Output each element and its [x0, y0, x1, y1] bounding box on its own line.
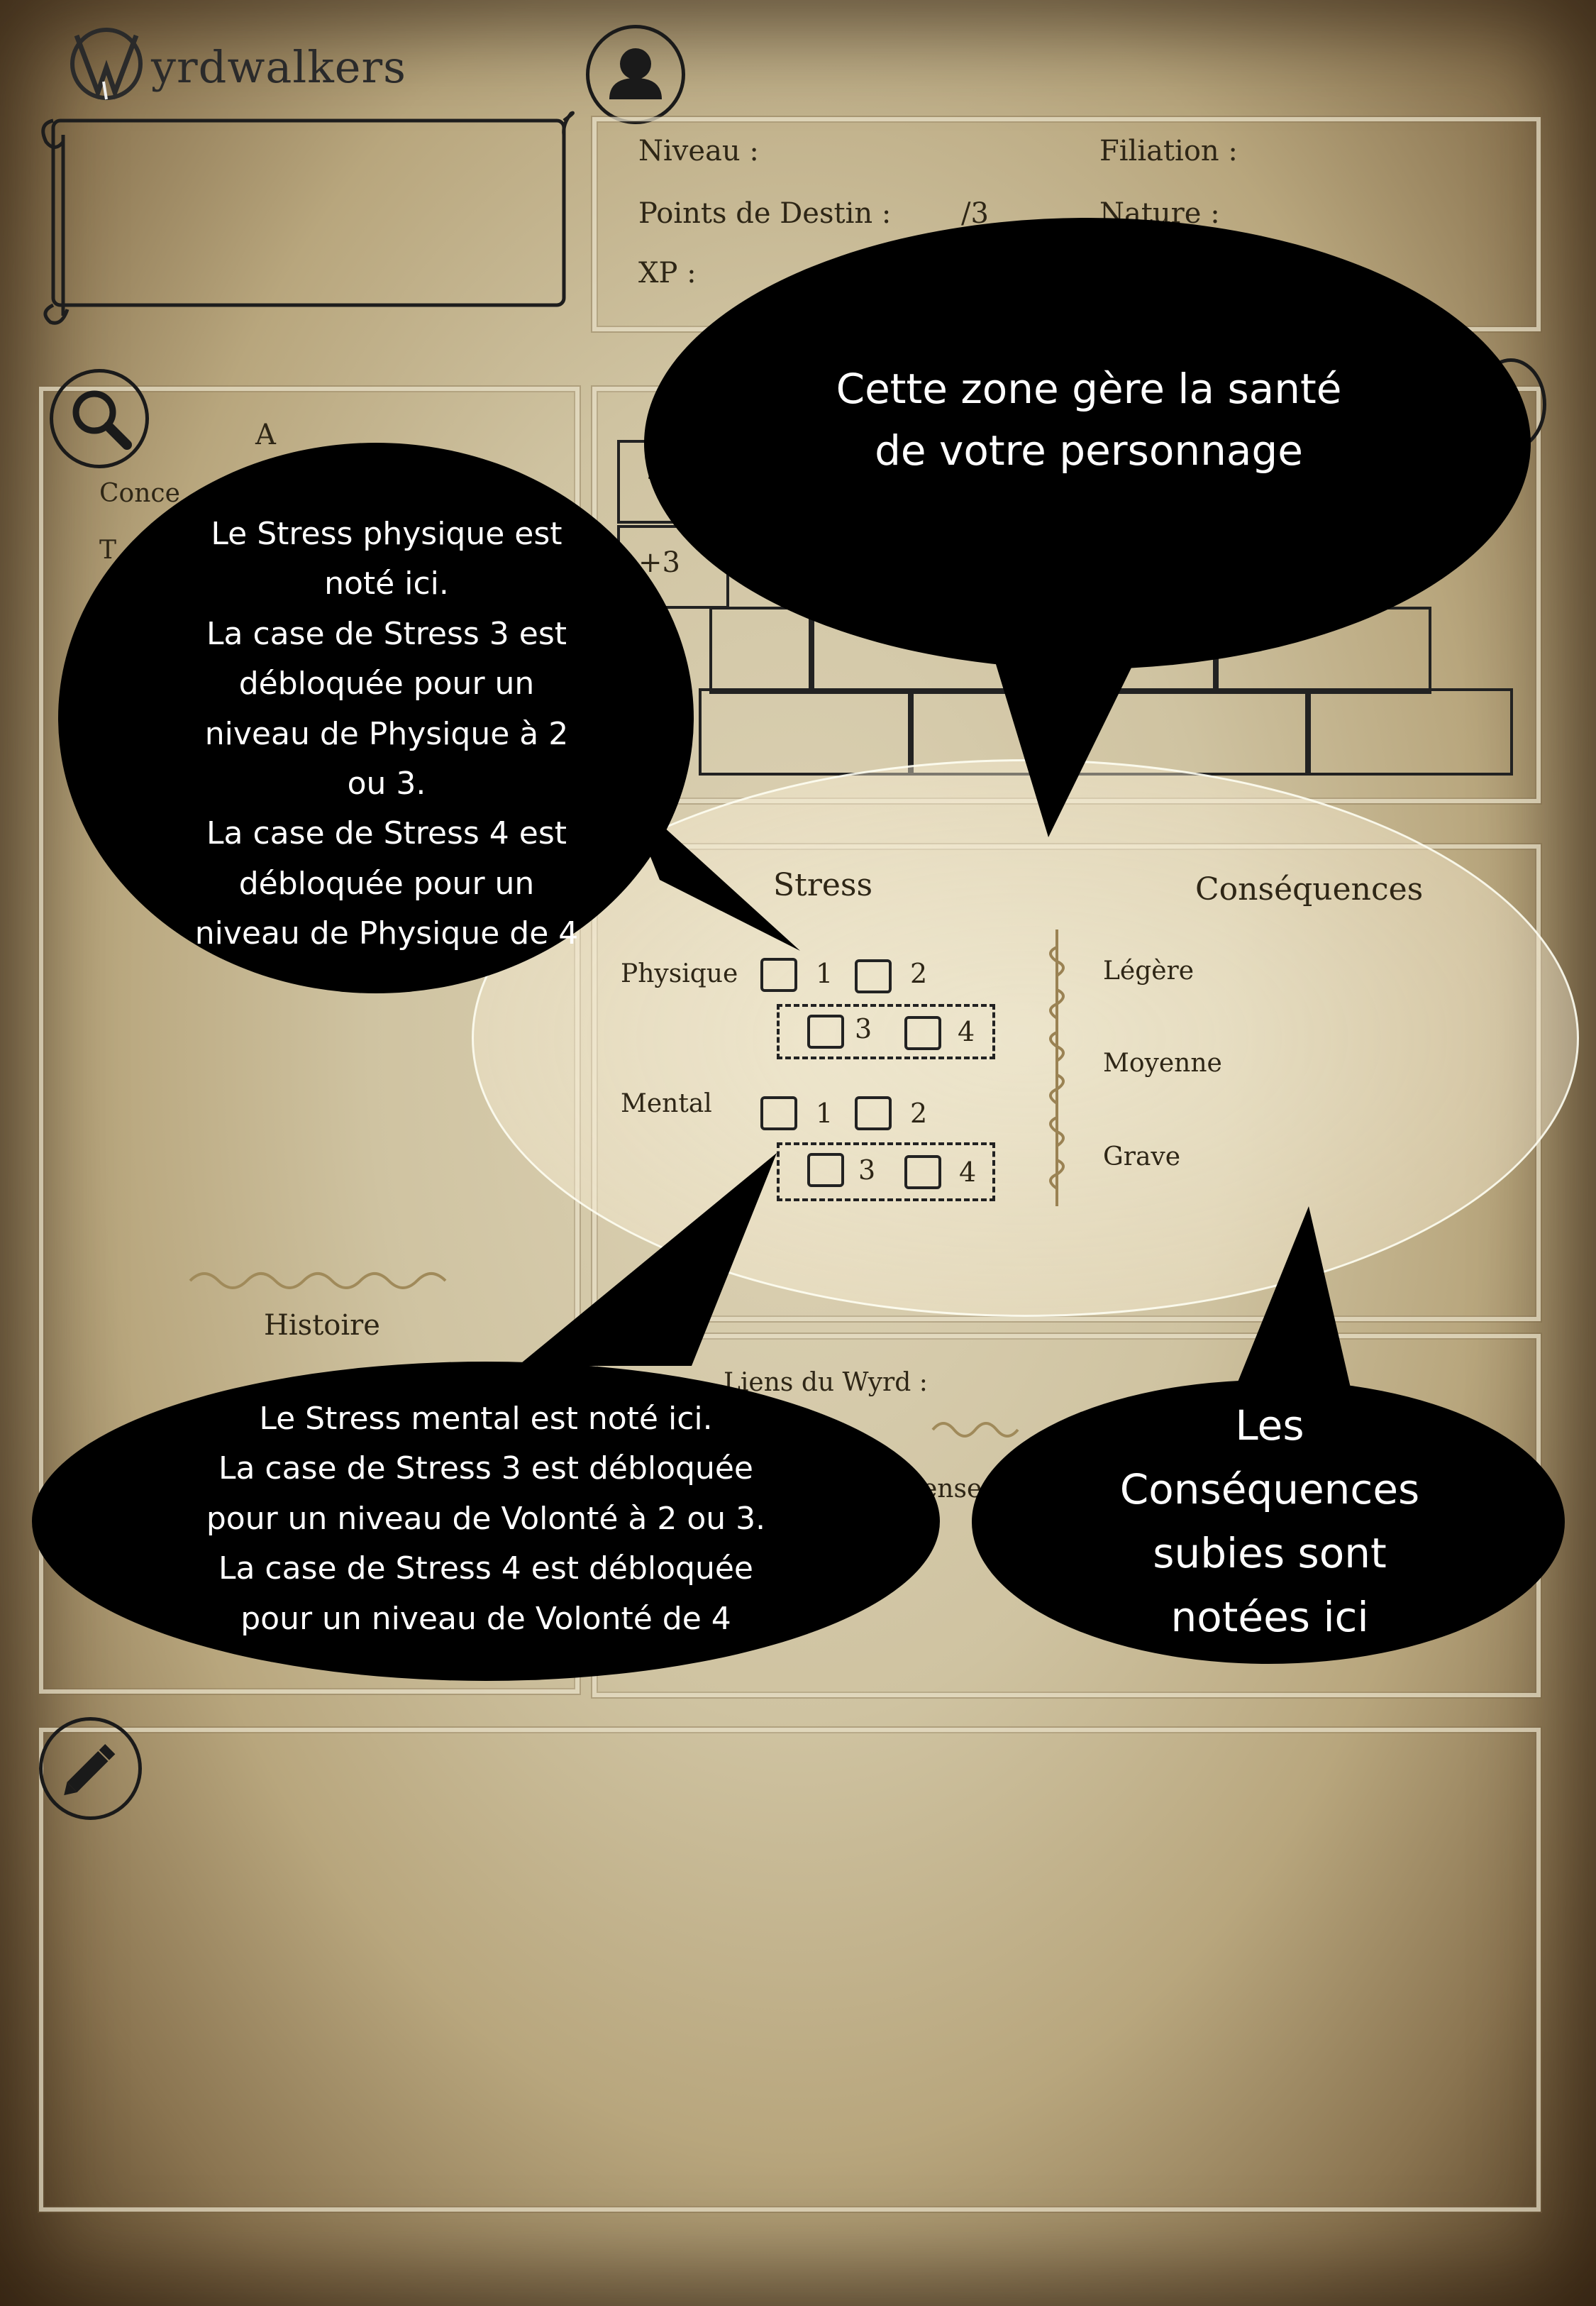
zone-bubble-text: Cette zone gère la santé de votre person… — [724, 358, 1454, 482]
speech-bubbles-layer — [32, 218, 1565, 1681]
physique-bubble-text: Le Stress physique est noté ici. La case… — [128, 509, 645, 959]
consequences-bubble-text: Les Conséquences subies sont notées ici — [1029, 1394, 1511, 1650]
physique-line-4: débloquée pour un — [238, 666, 535, 702]
mental-line-1: Le Stress mental est noté ici. — [259, 1401, 713, 1437]
physique-line-8: débloquée pour un — [238, 865, 535, 902]
physique-line-7: La case de Stress 4 est — [206, 815, 567, 852]
zone-line-2: de votre personnage — [875, 426, 1303, 475]
consequences-line-4: notées ici — [1170, 1592, 1369, 1641]
mental-bubble-text: Le Stress mental est noté ici. La case d… — [142, 1394, 830, 1644]
mental-bubble-tail — [518, 1153, 777, 1366]
mental-line-5: pour un niveau de Volonté de 4 — [240, 1600, 731, 1637]
consequences-line-3: subies sont — [1153, 1528, 1387, 1577]
physique-line-5: niveau de Physique à 2 — [204, 715, 569, 752]
zone-line-1: Cette zone gère la santé — [836, 365, 1342, 413]
consequences-line-1: Les — [1235, 1401, 1304, 1450]
physique-line-1: Le Stress physique est — [211, 516, 563, 552]
consequences-line-2: Conséquences — [1119, 1464, 1420, 1513]
character-sheet: yrdwalkers Niveau : Points de Destin : /… — [0, 0, 1596, 2306]
mental-line-3: pour un niveau de Volonté à 2 ou 3. — [206, 1500, 766, 1537]
physique-line-2: noté ici. — [324, 566, 449, 602]
physique-line-9: niveau de Physique de 4 — [194, 915, 579, 952]
mental-line-2: La case de Stress 3 est débloquée — [218, 1450, 754, 1487]
zone-bubble-tail — [986, 631, 1149, 837]
consequences-bubble-tail — [1234, 1206, 1351, 1391]
physique-line-3: La case de Stress 3 est — [206, 615, 567, 652]
physique-line-6: ou 3. — [347, 765, 426, 802]
mental-line-4: La case de Stress 4 est débloquée — [218, 1550, 754, 1587]
